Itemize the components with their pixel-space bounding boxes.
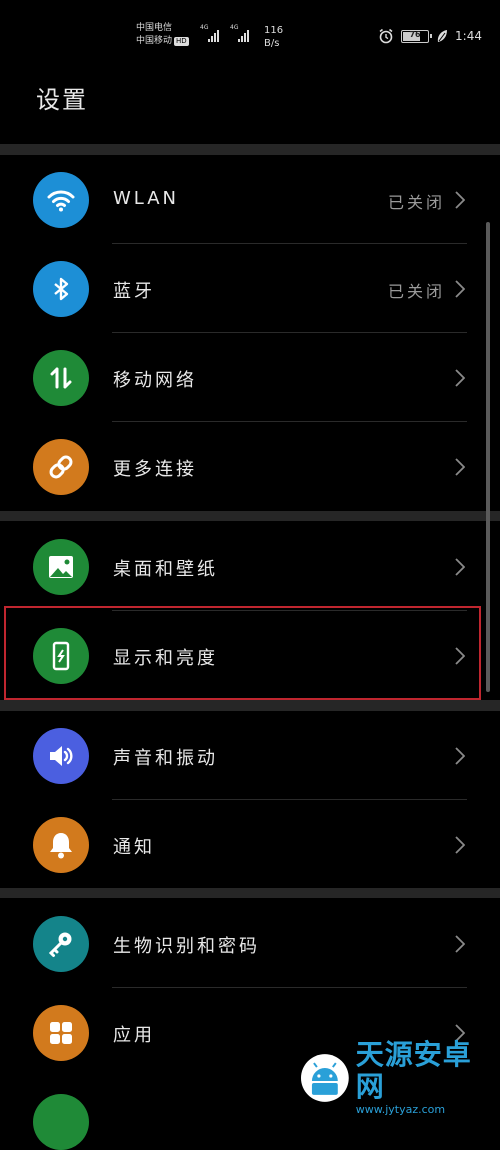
section-divider — [0, 144, 500, 155]
network-speed: 116 B/s — [264, 24, 283, 50]
setting-label: 蓝牙 — [113, 281, 155, 302]
carrier-1: 中国电信 — [136, 23, 173, 33]
watermark-title: 天源安卓网 — [355, 1038, 472, 1103]
chevron-right-icon — [455, 935, 465, 953]
chevron-right-icon — [455, 836, 465, 854]
volume-icon — [33, 728, 89, 784]
image-icon — [33, 539, 89, 595]
setting-row-mobile-network[interactable]: 移动网络 — [0, 333, 500, 422]
android-logo-icon — [300, 1054, 349, 1102]
setting-row-biometrics-password[interactable]: 生物识别和密码 — [0, 899, 500, 988]
chevron-right-icon — [455, 191, 465, 209]
speed-value: 116 — [264, 25, 284, 36]
setting-value: 已关闭 — [387, 282, 445, 301]
clock: 1:44 — [455, 29, 482, 43]
hd-badge: HD — [174, 37, 189, 46]
setting-label: 移动网络 — [113, 370, 197, 391]
battery-icon: 76 — [401, 29, 433, 43]
chevron-right-icon — [455, 747, 465, 765]
alarm-icon — [379, 28, 393, 44]
chevron-right-icon — [455, 369, 465, 387]
setting-label: 通知 — [113, 837, 155, 858]
setting-value: 已关闭 — [387, 193, 445, 212]
setting-label: 更多连接 — [113, 459, 197, 480]
bluetooth-icon — [33, 261, 89, 317]
status-bar: 中国电信 中国移动 HD 4G 4G 116 B/s 76 1:44 — [0, 0, 500, 60]
setting-row-notifications[interactable]: 通知 — [0, 800, 500, 889]
chevron-right-icon — [455, 558, 465, 576]
setting-label: 应用 — [113, 1025, 155, 1046]
watermark: 天源安卓网 www.jytyaz.com — [300, 1039, 500, 1116]
setting-row-wlan[interactable]: WLAN 已关闭 — [0, 155, 500, 244]
leaf-icon — [437, 30, 448, 42]
setting-label: 声音和振动 — [113, 748, 218, 769]
apps-grid-icon — [33, 1005, 89, 1061]
scrollbar[interactable] — [486, 222, 490, 692]
carrier-2: 中国移动 — [136, 36, 173, 46]
chevron-right-icon — [455, 280, 465, 298]
setting-label: WLAN — [113, 188, 180, 209]
wifi-icon — [33, 172, 89, 228]
page-title: 设置 — [36, 86, 88, 114]
section-divider — [0, 888, 500, 898]
key-icon — [33, 916, 89, 972]
chevron-right-icon — [455, 458, 465, 476]
watermark-url: www.jytyaz.com — [355, 1103, 446, 1116]
setting-row-bluetooth[interactable]: 蓝牙 已关闭 — [0, 244, 500, 333]
speed-unit: B/s — [264, 38, 280, 49]
setting-label: 桌面和壁纸 — [113, 559, 218, 580]
setting-row-desktop-wallpaper[interactable]: 桌面和壁纸 — [0, 522, 500, 611]
setting-row-sound-vibration[interactable]: 声音和振动 — [0, 711, 500, 800]
highlight-box — [4, 606, 481, 700]
setting-row-more-connections[interactable]: 更多连接 — [0, 422, 500, 511]
mobile-data-icon — [33, 350, 89, 406]
section-divider — [0, 511, 500, 521]
setting-label: 生物识别和密码 — [113, 936, 260, 957]
next-setting-icon — [33, 1094, 89, 1150]
section-divider — [0, 700, 500, 711]
link-icon — [33, 439, 89, 495]
carrier-info: 中国电信 中国移动 HD — [136, 22, 189, 48]
bell-icon — [33, 817, 89, 873]
battery-percent: 76 — [409, 29, 421, 39]
